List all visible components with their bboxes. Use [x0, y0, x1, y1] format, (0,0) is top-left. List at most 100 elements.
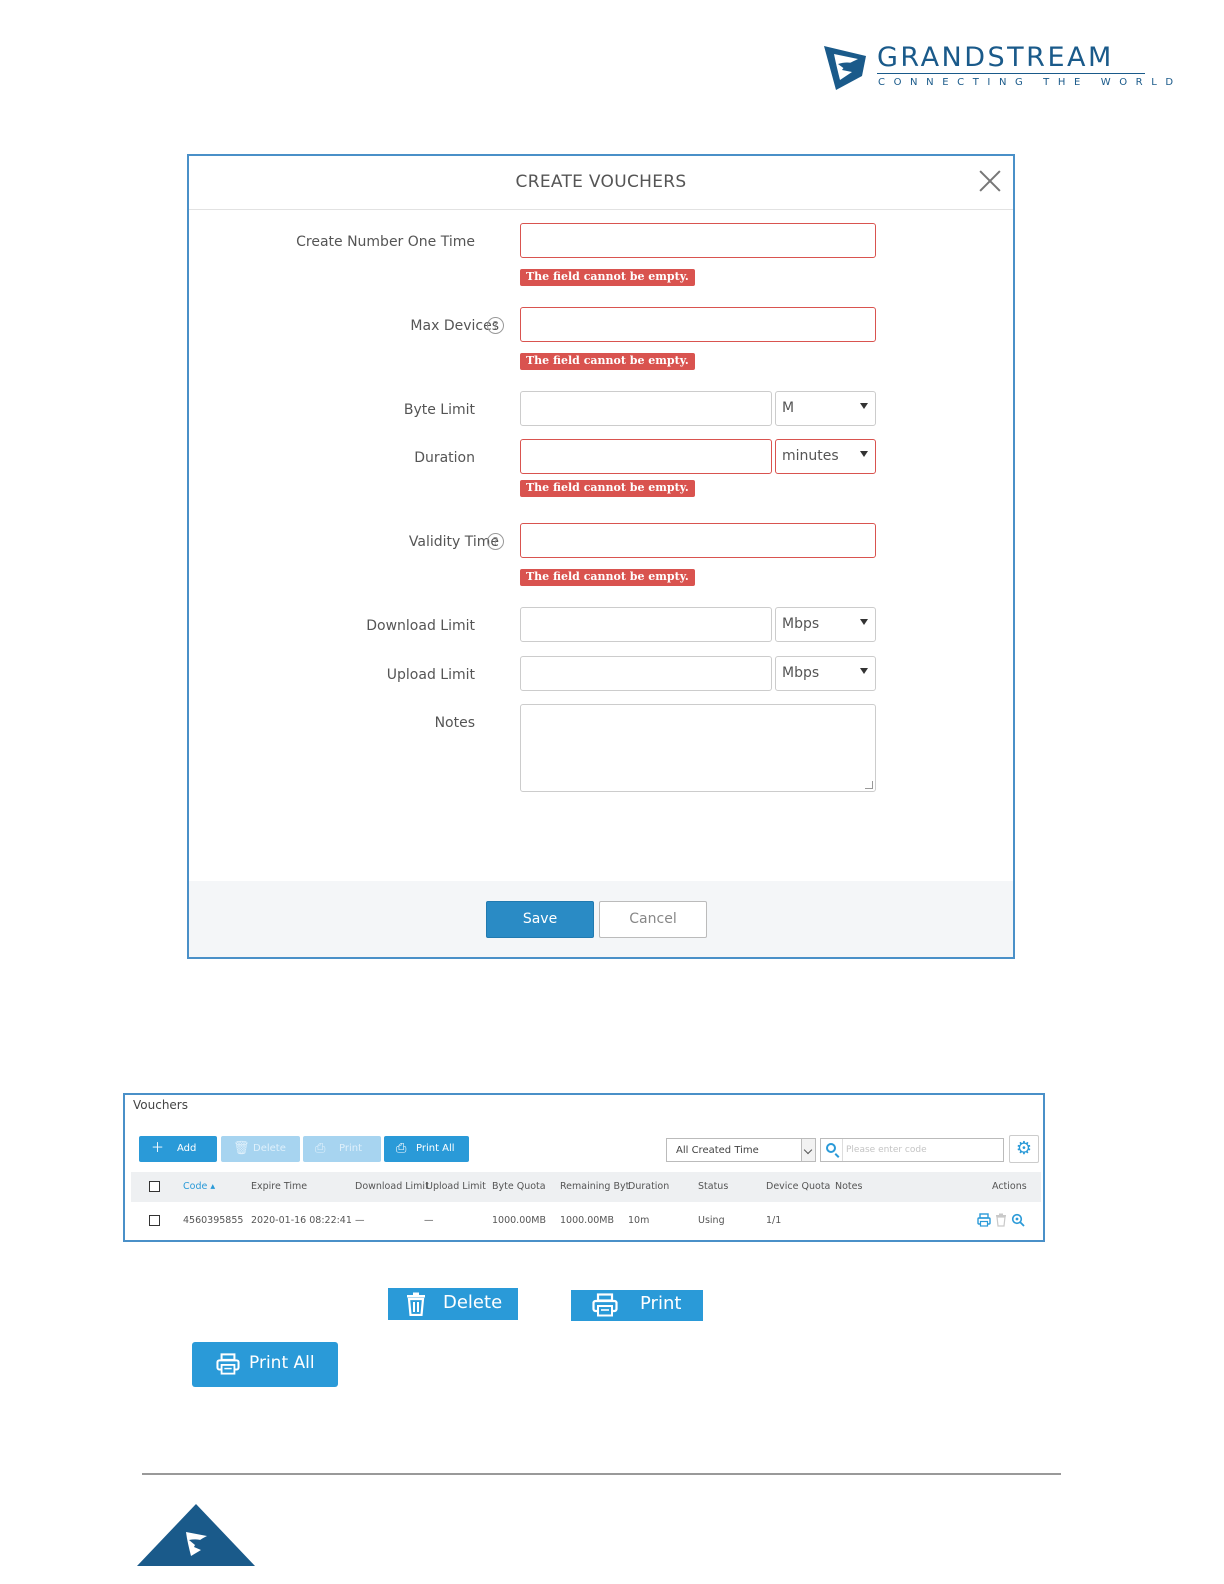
footer-divider	[142, 1473, 1061, 1475]
create-number-error: The field cannot be empty.	[520, 269, 695, 286]
download-limit-label: Download Limit	[366, 618, 475, 634]
brand-name: GRANDSTREAM	[877, 42, 1114, 73]
caret-down-icon	[860, 451, 868, 457]
print-legend-label: Print	[640, 1293, 682, 1314]
vouchers-panel: Vouchers ＋ Add 🗑 Delete ⎙ Print ⎙ Print …	[123, 1093, 1045, 1242]
validity-time-label: Validity Time	[409, 534, 499, 550]
help-icon[interactable]: ?	[487, 533, 504, 550]
byte-limit-unit-value: M	[782, 400, 795, 416]
print-all-button-label: Print All	[416, 1143, 455, 1154]
search-input[interactable]	[846, 1142, 996, 1158]
print-button[interactable]: ⎙ Print	[303, 1136, 381, 1162]
validity-time-error: The field cannot be empty.	[520, 569, 695, 586]
column-header-device-quota: Device Quota	[766, 1181, 831, 1192]
validity-time-input[interactable]	[520, 523, 876, 558]
created-time-filter-value: All Created Time	[676, 1145, 759, 1156]
create-number-label: Create Number One Time	[296, 234, 475, 250]
notes-textarea[interactable]	[520, 704, 876, 792]
dialog-header: CREATE VOUCHERS	[189, 156, 1013, 210]
duration-error: The field cannot be empty.	[520, 480, 695, 497]
delete-button-label: Delete	[253, 1143, 286, 1154]
max-devices-label-text: Max Devices	[410, 318, 499, 334]
save-button[interactable]: Save	[486, 901, 594, 938]
grandstream-mark-icon	[824, 46, 866, 90]
table-header: Code ▴ Expire Time Download Limit Upload…	[131, 1172, 1041, 1202]
search-divider	[842, 1139, 843, 1161]
print-all-legend-label: Print All	[249, 1353, 315, 1373]
column-header-code[interactable]: Code ▴	[183, 1181, 215, 1192]
column-header-status: Status	[698, 1181, 729, 1192]
byte-limit-label: Byte Limit	[403, 402, 475, 418]
grandstream-footer-logo-icon	[137, 1504, 255, 1566]
column-header-download-limit: Download Limit	[355, 1181, 429, 1192]
dialog-title: CREATE VOUCHERS	[515, 172, 687, 192]
chevron-down-icon	[801, 1139, 815, 1161]
column-header-upload-limit: Upload Limit	[426, 1181, 486, 1192]
cell-download-limit: —	[355, 1215, 365, 1226]
duration-label: Duration	[414, 450, 475, 466]
upload-limit-label: Upload Limit	[386, 667, 475, 683]
download-limit-unit-select[interactable]: Mbps	[775, 607, 876, 642]
cell-device-quota: 1/1	[766, 1215, 782, 1226]
print-all-legend-button[interactable]: Print All	[192, 1342, 338, 1387]
add-button-label: Add	[177, 1143, 197, 1154]
print-button-label: Print	[339, 1143, 363, 1154]
create-vouchers-dialog: CREATE VOUCHERS Create Number One Time T…	[187, 154, 1015, 959]
resize-handle-icon[interactable]	[865, 781, 873, 789]
printer-icon: ⎙	[315, 1141, 326, 1156]
table-row: 4560395855 2020-01-16 08:22:41 — — 1000.…	[131, 1206, 1041, 1236]
delete-legend-label: Delete	[443, 1292, 503, 1313]
download-limit-unit-value: Mbps	[782, 616, 820, 632]
byte-limit-unit-select[interactable]: M	[775, 391, 876, 426]
help-icon[interactable]: ?	[487, 317, 504, 334]
delete-legend-button[interactable]: Delete	[388, 1288, 518, 1320]
create-number-input[interactable]	[520, 223, 876, 258]
select-all-checkbox[interactable]	[149, 1181, 160, 1192]
trash-icon	[407, 1292, 425, 1316]
gear-icon[interactable]: ⚙	[1009, 1135, 1039, 1163]
column-header-duration: Duration	[628, 1181, 670, 1192]
caret-down-icon	[860, 403, 868, 409]
print-legend-button[interactable]: Print	[571, 1290, 703, 1321]
cell-upload-limit: —	[424, 1215, 434, 1226]
panel-title: Vouchers	[133, 1098, 188, 1112]
row-checkbox[interactable]	[149, 1215, 160, 1226]
max-devices-label: Max Devices	[410, 318, 499, 334]
cell-byte-quota: 1000.00MB	[492, 1215, 546, 1226]
print-row-icon[interactable]	[977, 1213, 991, 1227]
cell-expire-time: 2020-01-16 08:22:41	[251, 1215, 352, 1226]
duration-unit-value: minutes	[782, 448, 839, 464]
column-header-notes: Notes	[835, 1181, 863, 1192]
search-icon	[826, 1143, 836, 1153]
upload-limit-input[interactable]	[520, 656, 772, 691]
byte-limit-input[interactable]	[520, 391, 772, 426]
delete-button[interactable]: 🗑 Delete	[221, 1136, 300, 1162]
max-devices-error: The field cannot be empty.	[520, 353, 695, 370]
search-box	[820, 1138, 1004, 1162]
created-time-filter[interactable]: All Created Time	[666, 1138, 816, 1162]
cell-remaining-byte: 1000.00MB	[560, 1215, 614, 1226]
download-limit-input[interactable]	[520, 607, 772, 642]
cell-status: Using	[698, 1215, 725, 1226]
brand-divider	[877, 73, 1145, 74]
duration-input[interactable]	[520, 439, 772, 474]
search-detail-icon[interactable]	[1011, 1213, 1025, 1227]
brand-tagline: CONNECTING THE WORLD	[878, 77, 1182, 88]
dialog-footer: Save Cancel	[189, 881, 1013, 957]
max-devices-input[interactable]	[520, 307, 876, 342]
upload-limit-unit-value: Mbps	[782, 665, 820, 681]
printer-icon	[592, 1293, 618, 1317]
notes-label: Notes	[434, 715, 475, 731]
column-header-byte-quota: Byte Quota	[492, 1181, 546, 1192]
duration-unit-select[interactable]: minutes	[775, 439, 876, 474]
column-header-actions: Actions	[992, 1181, 1027, 1192]
cancel-button[interactable]: Cancel	[599, 901, 707, 938]
plus-icon: ＋	[151, 1141, 165, 1156]
add-button[interactable]: ＋ Add	[139, 1136, 217, 1162]
trash-icon: 🗑	[233, 1141, 250, 1156]
upload-limit-unit-select[interactable]: Mbps	[775, 656, 876, 691]
close-icon[interactable]	[979, 170, 1001, 192]
validity-time-label-text: Validity Time	[408, 534, 499, 550]
delete-row-icon[interactable]	[994, 1213, 1008, 1227]
print-all-button[interactable]: ⎙ Print All	[384, 1136, 469, 1162]
